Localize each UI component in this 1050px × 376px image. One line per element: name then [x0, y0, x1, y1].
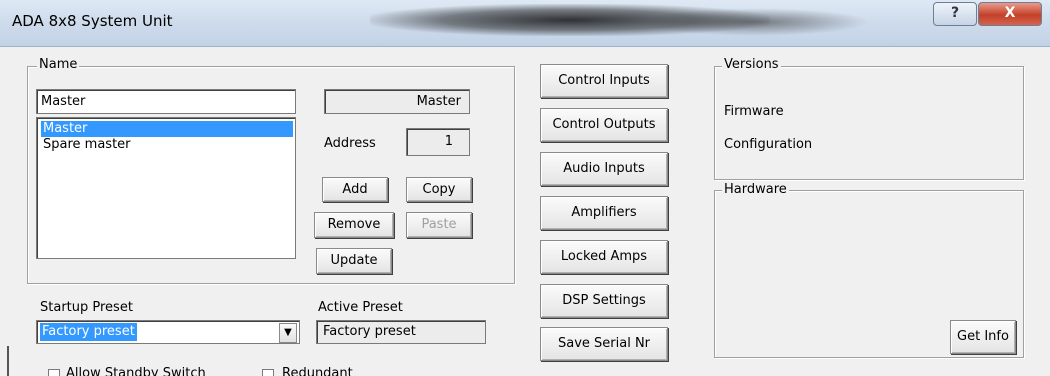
allow-standby-label: Allow Standby Switch [66, 366, 206, 376]
allow-standby-checkbox[interactable] [48, 369, 60, 376]
update-button[interactable]: Update [316, 248, 392, 274]
get-info-button[interactable]: Get Info [950, 320, 1016, 354]
active-preset-field: Factory preset [316, 320, 486, 344]
help-button[interactable]: ? [933, 2, 977, 26]
name-group-label: Name [37, 57, 80, 72]
title-bar-shadow-2 [640, 8, 870, 36]
help-icon: ? [950, 5, 960, 21]
control-outputs-button[interactable]: Control Outputs [540, 108, 668, 142]
save-serial-label: Save Serial Nr [557, 336, 651, 351]
audio-inputs-label: Audio Inputs [563, 161, 645, 176]
get-info-label: Get Info [957, 329, 1009, 344]
paste-button-label: Paste [421, 217, 457, 232]
redundant-checkbox[interactable] [262, 369, 274, 376]
add-button-label: Add [342, 182, 368, 197]
name-list[interactable]: Master Spare master [36, 117, 296, 259]
startup-preset-value: Factory preset [40, 323, 137, 341]
name-input[interactable]: Master [36, 89, 296, 114]
locked-amps-button[interactable]: Locked Amps [540, 240, 668, 274]
window-title: ADA 8x8 System Unit [12, 12, 173, 30]
address-field: 1 [406, 128, 470, 156]
address-label: Address [324, 136, 376, 151]
versions-group-label: Versions [722, 57, 781, 72]
chevron-down-icon[interactable]: ▼ [279, 323, 297, 343]
amplifiers-label: Amplifiers [571, 205, 637, 220]
dsp-settings-label: DSP Settings [562, 293, 646, 308]
close-button[interactable]: X [978, 2, 1042, 26]
startup-preset-label: Startup Preset [40, 300, 133, 315]
control-inputs-label: Control Inputs [558, 73, 650, 88]
remove-button[interactable]: Remove [314, 212, 394, 238]
list-item[interactable]: Spare master [41, 137, 131, 153]
close-icon: X [1004, 5, 1016, 21]
hardware-group-label: Hardware [722, 182, 789, 197]
list-item[interactable]: Master [41, 121, 293, 137]
control-outputs-label: Control Outputs [552, 117, 656, 132]
dsp-settings-button[interactable]: DSP Settings [540, 284, 668, 318]
left-frame-edge [7, 346, 9, 376]
main-window: ADA 8x8 System Unit ? X Name Master Mast… [0, 0, 1050, 376]
copy-button-label: Copy [422, 182, 456, 197]
locked-amps-label: Locked Amps [560, 249, 648, 264]
save-serial-button[interactable]: Save Serial Nr [540, 327, 668, 361]
copy-button[interactable]: Copy [406, 177, 472, 202]
amplifiers-button[interactable]: Amplifiers [540, 196, 668, 230]
paste-button[interactable]: Paste [406, 212, 472, 238]
display-name-field: Master [324, 89, 470, 114]
configuration-label: Configuration [724, 137, 813, 152]
active-preset-label: Active Preset [318, 300, 403, 315]
firmware-label: Firmware [724, 104, 784, 119]
control-inputs-button[interactable]: Control Inputs [540, 64, 668, 98]
add-button[interactable]: Add [322, 177, 388, 202]
versions-group [714, 66, 1024, 180]
title-bar[interactable]: ADA 8x8 System Unit ? X [0, 0, 1050, 47]
audio-inputs-button[interactable]: Audio Inputs [540, 152, 668, 186]
startup-preset-select[interactable]: Factory preset ▼ [36, 320, 300, 344]
update-button-label: Update [330, 253, 378, 268]
remove-button-label: Remove [327, 217, 381, 232]
redundant-label: Redundant [282, 366, 353, 376]
